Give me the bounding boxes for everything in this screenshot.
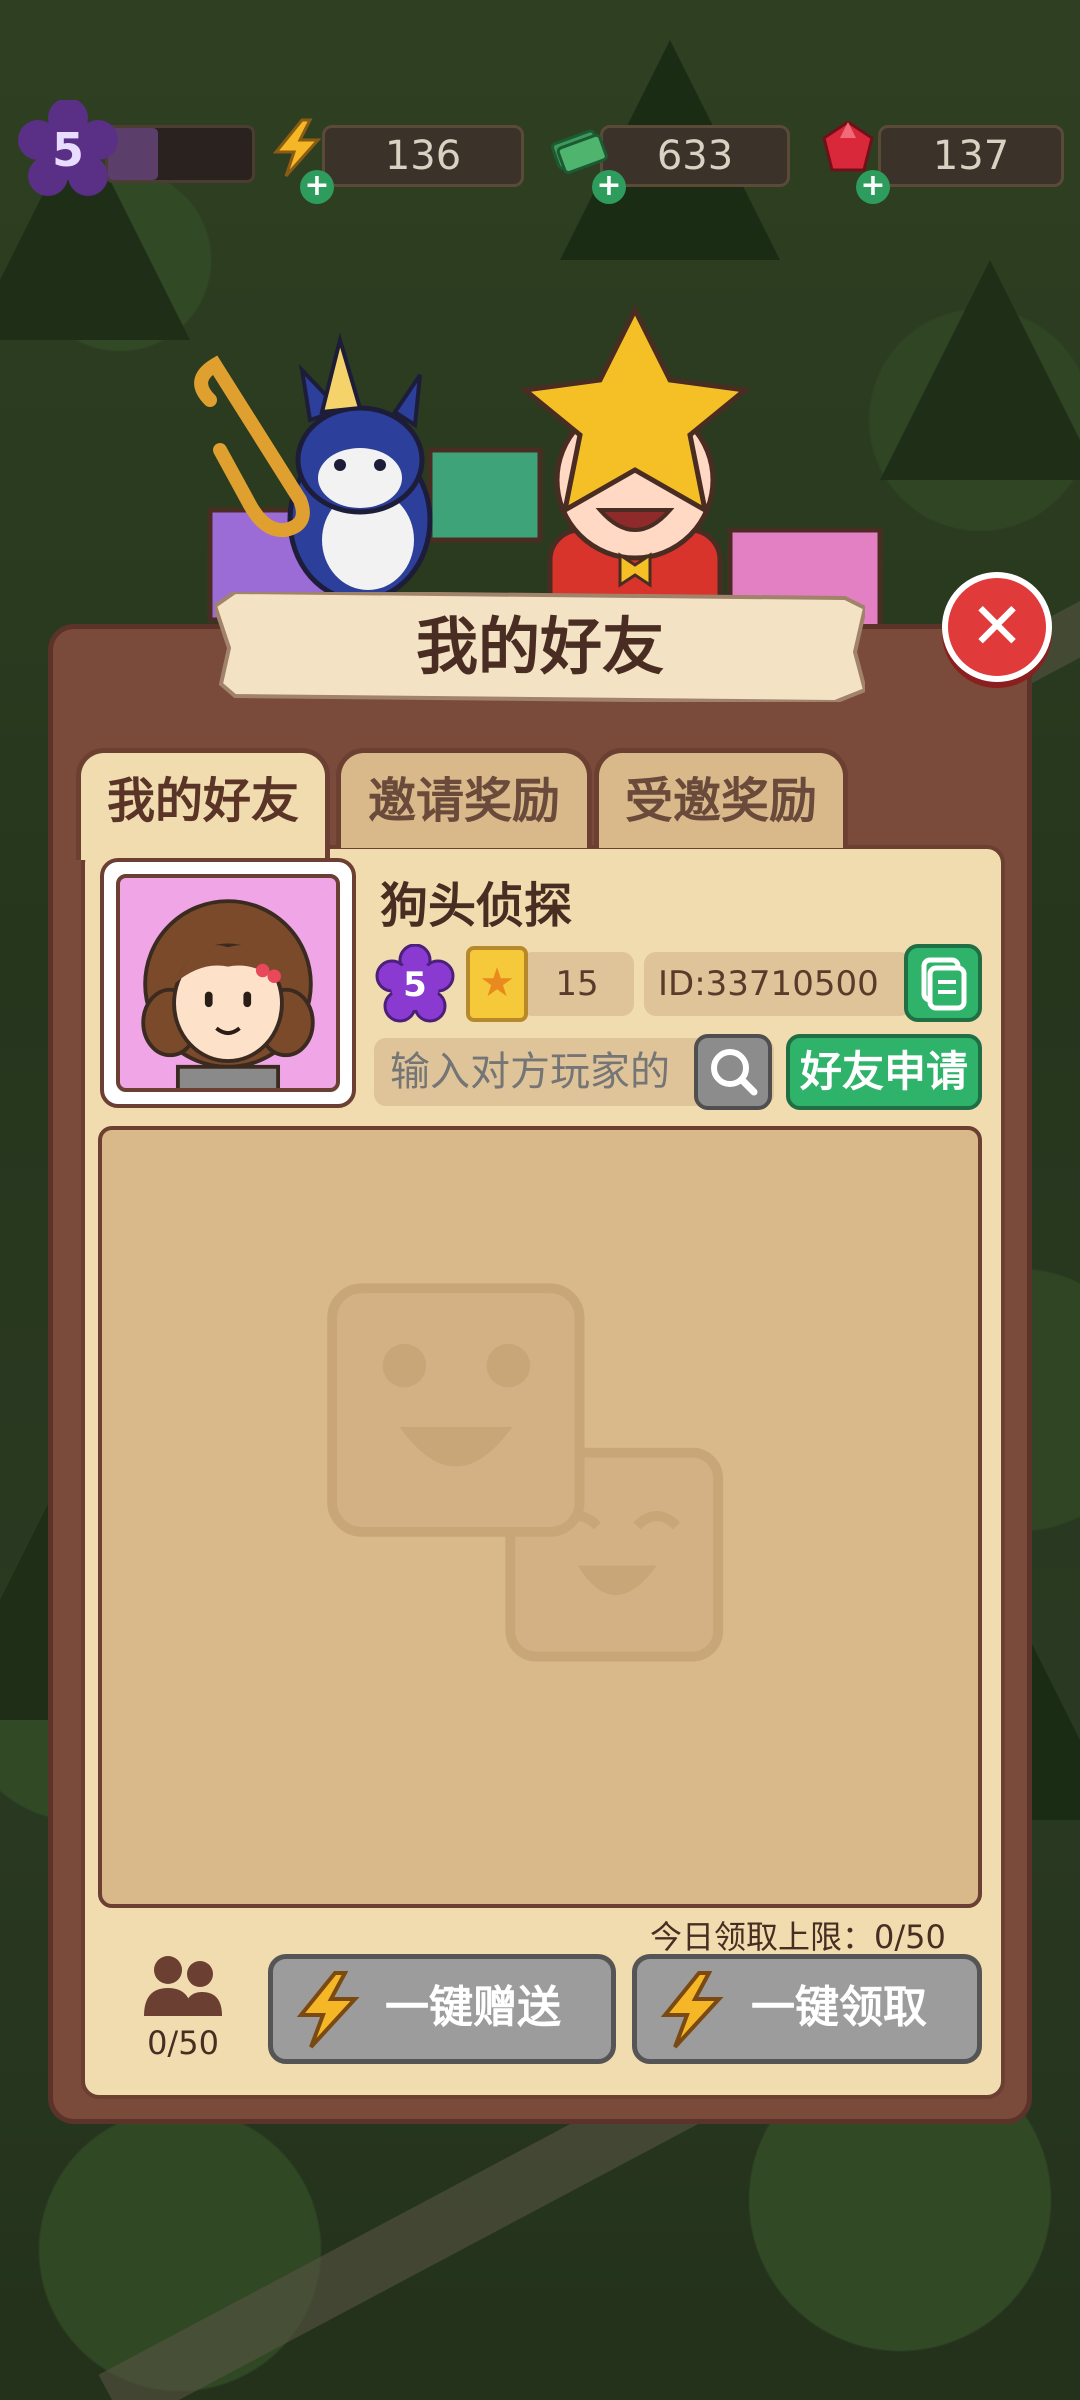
claim-all-label: 一键领取 — [751, 1982, 927, 2033]
title-banner-label-wrap: 我的好友 — [215, 592, 865, 702]
avatar-frame — [116, 874, 340, 1092]
card-count-value: 15 — [555, 964, 599, 1004]
energy-counter[interactable]: 136 — [322, 125, 524, 187]
cash-counter[interactable]: 633 — [600, 125, 790, 187]
friend-request-button[interactable]: 好友申请 — [786, 1034, 982, 1110]
friend-request-label: 好友申请 — [799, 1047, 968, 1096]
lightning-icon — [296, 1971, 360, 2049]
energy-value: 136 — [384, 133, 462, 179]
card-count: 15 — [520, 952, 634, 1016]
player-level-badge[interactable]: 5 — [18, 98, 118, 200]
empty-list-smiley-icon — [327, 1283, 724, 1662]
copy-id-button[interactable] — [904, 944, 982, 1022]
claim-all-button[interactable]: 一键领取 — [632, 1954, 982, 2064]
avatar[interactable] — [100, 858, 356, 1108]
paperclip-decoration — [194, 355, 310, 538]
add-gems-button[interactable]: + — [856, 170, 890, 204]
friends-people-icon — [144, 1956, 222, 2016]
star-icon: ★ — [479, 960, 515, 1006]
tab-invite-rewards[interactable]: 邀请奖励 — [336, 748, 592, 848]
search-button[interactable] — [694, 1034, 772, 1110]
profile-level-badge: 5 — [374, 943, 456, 1026]
blue-cat-character — [287, 332, 433, 603]
tab-invite-rewards-label: 邀请奖励 — [367, 773, 560, 829]
tab-invited-rewards[interactable]: 受邀奖励 — [594, 748, 848, 848]
tab-my-friends[interactable]: 我的好友 — [76, 748, 330, 860]
cash-value: 633 — [656, 133, 734, 179]
friend-count: 0/50 — [128, 1952, 238, 2062]
copy-icon — [921, 957, 967, 1011]
lightning-icon — [660, 1971, 724, 2049]
profile-level-number: 5 — [403, 965, 427, 1005]
tab-invited-rewards-label: 受邀奖励 — [624, 773, 817, 829]
gift-all-label: 一键赠送 — [385, 1982, 561, 2033]
header-characters-art — [194, 304, 883, 633]
star-card-icon: ★ — [466, 946, 528, 1022]
add-energy-button[interactable]: + — [300, 170, 334, 204]
daily-claim-limit: 今日领取上限：0/50 — [650, 1918, 946, 1956]
xp-bar — [105, 125, 255, 183]
star-hat-kid-character — [518, 304, 752, 633]
gem-counter[interactable]: 137 — [878, 125, 1064, 187]
tab-my-friends-label: 我的好友 — [106, 773, 299, 829]
close-icon: ✕ — [970, 590, 1024, 664]
player-level-number: 5 — [51, 123, 84, 177]
friends-list[interactable] — [98, 1126, 982, 1908]
search-icon — [711, 1049, 758, 1096]
friend-count-value: 0/50 — [147, 2024, 219, 2062]
girl-avatar-icon — [141, 899, 315, 1088]
gem-value: 137 — [932, 133, 1010, 179]
dialog-title: 我的好友 — [415, 610, 664, 683]
player-id: ID:33710500 — [644, 952, 912, 1016]
close-button[interactable]: ✕ — [942, 572, 1052, 682]
add-cash-button[interactable]: + — [592, 170, 626, 204]
player-name: 狗头侦探 — [380, 878, 573, 934]
gift-all-button[interactable]: 一键赠送 — [268, 1954, 616, 2064]
